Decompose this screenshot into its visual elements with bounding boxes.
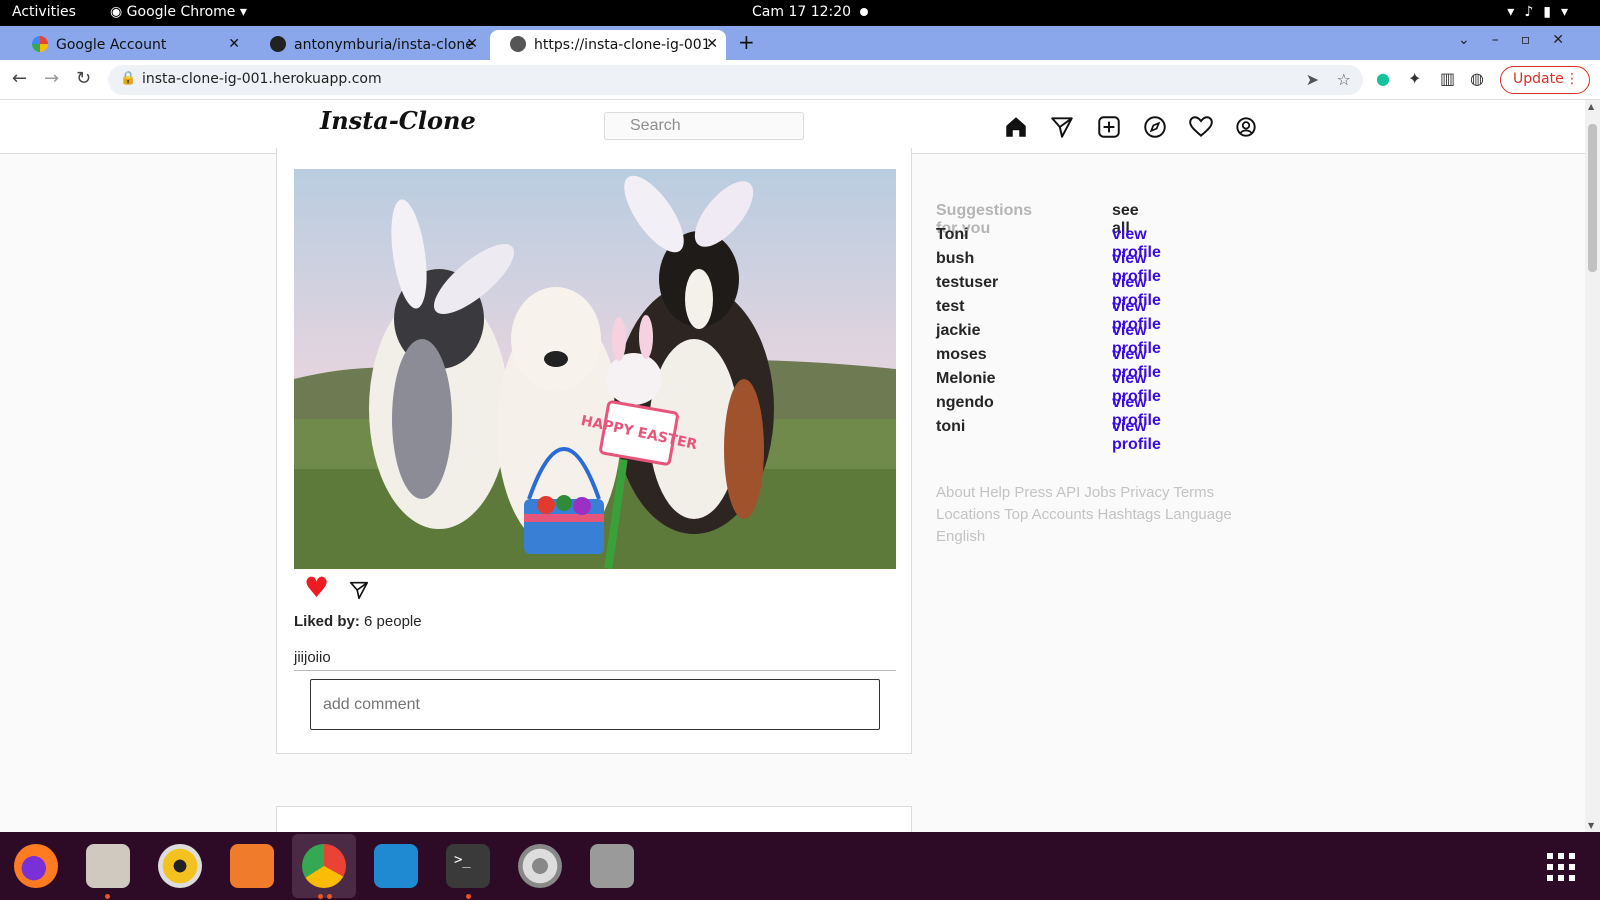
close-icon[interactable]: ✕ (228, 36, 240, 52)
app-menu-label: Google Chrome (126, 4, 236, 20)
rhythmbox-icon[interactable] (158, 844, 202, 888)
home-icon[interactable] (1003, 114, 1029, 140)
suggestion-username: bush (936, 250, 975, 267)
url-text[interactable]: insta-clone-ig-001.herokuapp.com (142, 71, 382, 87)
web-page: Insta-Clone Search HAPPY EASTER ♥ Liked … (0, 100, 1585, 832)
easter-dogs-photo: HAPPY EASTER (294, 169, 896, 569)
site-navbar: Insta-Clone Search (0, 100, 1585, 154)
post-card: HAPPY EASTER ♥ Liked by: 6 people jiijoi… (276, 148, 912, 754)
close-icon[interactable]: ✕ (466, 36, 478, 52)
chrome-icon[interactable] (302, 844, 346, 888)
running-indicator (466, 894, 471, 899)
bookmark-star-icon[interactable]: ☆ (1337, 70, 1351, 89)
show-apps-grid-icon[interactable] (1546, 852, 1576, 882)
new-tab-button[interactable]: + (738, 30, 755, 54)
address-bar[interactable]: 🔒 insta-clone-ig-001.herokuapp.com ➤ ☆ (108, 65, 1363, 95)
terminal-icon[interactable]: >_ (446, 844, 490, 888)
explore-compass-icon[interactable] (1142, 114, 1168, 140)
post-photo[interactable]: HAPPY EASTER (294, 169, 896, 569)
suggestion-username: Melonie (936, 370, 996, 387)
forward-icon[interactable]: → (44, 68, 59, 89)
liked-by-label: Liked by: (294, 613, 360, 630)
battery-icon: ▮▾ (1543, 4, 1578, 20)
chrome-small-icon: ◉ (110, 4, 127, 20)
update-button[interactable]: Update ⋮ (1500, 66, 1590, 94)
profile-icon[interactable] (1233, 114, 1259, 140)
vscode-icon[interactable] (374, 844, 418, 888)
tab-title: Google Account (56, 37, 167, 53)
taskbar-dock: >_ (0, 832, 1600, 900)
google-icon (32, 36, 48, 52)
tab-title: https://insta-clone-ig-001 (534, 37, 711, 53)
wifi-icon: ▾ (1507, 4, 1525, 20)
firefox-icon[interactable] (14, 844, 58, 888)
suggestion-username: testuser (936, 274, 999, 291)
page-scrollbar[interactable]: ▲ ▼ (1585, 100, 1600, 832)
software-icon[interactable] (230, 844, 274, 888)
view-profile-link[interactable]: view profile (1112, 418, 1161, 454)
suggestion-username: toni (936, 418, 966, 435)
scrollbar-thumb[interactable] (1588, 124, 1597, 272)
tab-title: antonymburia/insta-clone (294, 37, 474, 53)
close-icon[interactable]: ✕ (706, 36, 718, 52)
liked-by: Liked by: 6 people (294, 613, 422, 630)
running-indicator (105, 894, 110, 899)
search-input[interactable]: Search (604, 112, 804, 140)
running-indicator (318, 894, 323, 899)
side-panel-icon[interactable]: ▥ (1440, 69, 1455, 88)
reload-icon[interactable]: ↻ (76, 68, 91, 89)
liked-by-count: 6 people (364, 613, 422, 630)
activities-button[interactable]: Activities (12, 4, 76, 20)
comment-input[interactable]: add comment (310, 679, 880, 730)
minimize-icon[interactable]: – (1492, 32, 1521, 48)
share-icon[interactable] (348, 579, 370, 601)
volume-icon: ♪ (1524, 4, 1544, 20)
scroll-up-arrow-icon[interactable]: ▲ (1588, 102, 1594, 111)
site-logo[interactable]: Insta-Clone (320, 106, 476, 135)
divider (294, 670, 896, 671)
suggestion-username: Toni (936, 226, 969, 243)
tab-google-account[interactable]: Google Account ✕ (12, 30, 248, 60)
suggestion-username: jackie (936, 322, 981, 339)
profile-avatar-icon[interactable]: ◍ (1470, 69, 1484, 88)
grammarly-icon[interactable]: ● (1376, 69, 1390, 88)
tab-github[interactable]: antonymburia/insta-clone ✕ (250, 30, 486, 60)
send-tab-icon[interactable]: ➤ (1306, 70, 1319, 89)
extensions-puzzle-icon[interactable]: ✦ (1408, 69, 1421, 88)
scroll-down-arrow-icon[interactable]: ▼ (1588, 821, 1594, 830)
tab-insta-clone[interactable]: https://insta-clone-ig-001 ✕ (490, 30, 726, 60)
back-icon[interactable]: ← (12, 68, 27, 89)
sidebar-footer-links[interactable]: About Help Press API Jobs Privacy Terms … (936, 482, 1246, 548)
window-controls: ⌄–▫✕ (1458, 32, 1586, 48)
suggestion-username: ngendo (936, 394, 994, 411)
maximize-icon[interactable]: ▫ (1521, 32, 1553, 48)
suggestion-username: moses (936, 346, 987, 363)
globe-icon (510, 36, 526, 52)
activity-heart-icon[interactable] (1188, 114, 1214, 140)
new-post-icon[interactable] (1096, 114, 1122, 140)
chevron-down-icon: ▾ (235, 4, 247, 20)
post-caption: jiijoiio (294, 649, 331, 666)
next-post-card (276, 806, 912, 832)
update-label: Update (1513, 71, 1564, 87)
clock[interactable]: Cam 17 12:20 (752, 4, 851, 20)
notification-dot (860, 8, 868, 16)
settings-icon[interactable] (518, 844, 562, 888)
liked-heart-icon[interactable]: ♥ (304, 573, 329, 603)
browser-toolbar: ← → ↻ 🔒 insta-clone-ig-001.herokuapp.com… (0, 60, 1600, 100)
app-menu[interactable]: ◉ Google Chrome ▾ (110, 4, 247, 20)
tab-strip: Google Account ✕ antonymburia/insta-clon… (0, 26, 1600, 60)
direct-message-icon[interactable] (1049, 114, 1075, 140)
more-menu-icon: ⋮ (1565, 71, 1579, 87)
close-window-icon[interactable]: ✕ (1552, 32, 1586, 48)
tab-search-icon[interactable]: ⌄ (1458, 32, 1492, 48)
running-indicator (327, 894, 332, 899)
suggestion-username: test (936, 298, 965, 315)
lock-icon[interactable]: 🔒 (120, 71, 136, 86)
disks-icon[interactable] (590, 844, 634, 888)
system-tray[interactable]: ▾♪▮▾ (1507, 4, 1578, 20)
files-icon[interactable] (86, 844, 130, 888)
github-icon (270, 36, 286, 52)
os-top-bar: Activities ◉ Google Chrome ▾ Cam 17 12:2… (0, 0, 1600, 26)
